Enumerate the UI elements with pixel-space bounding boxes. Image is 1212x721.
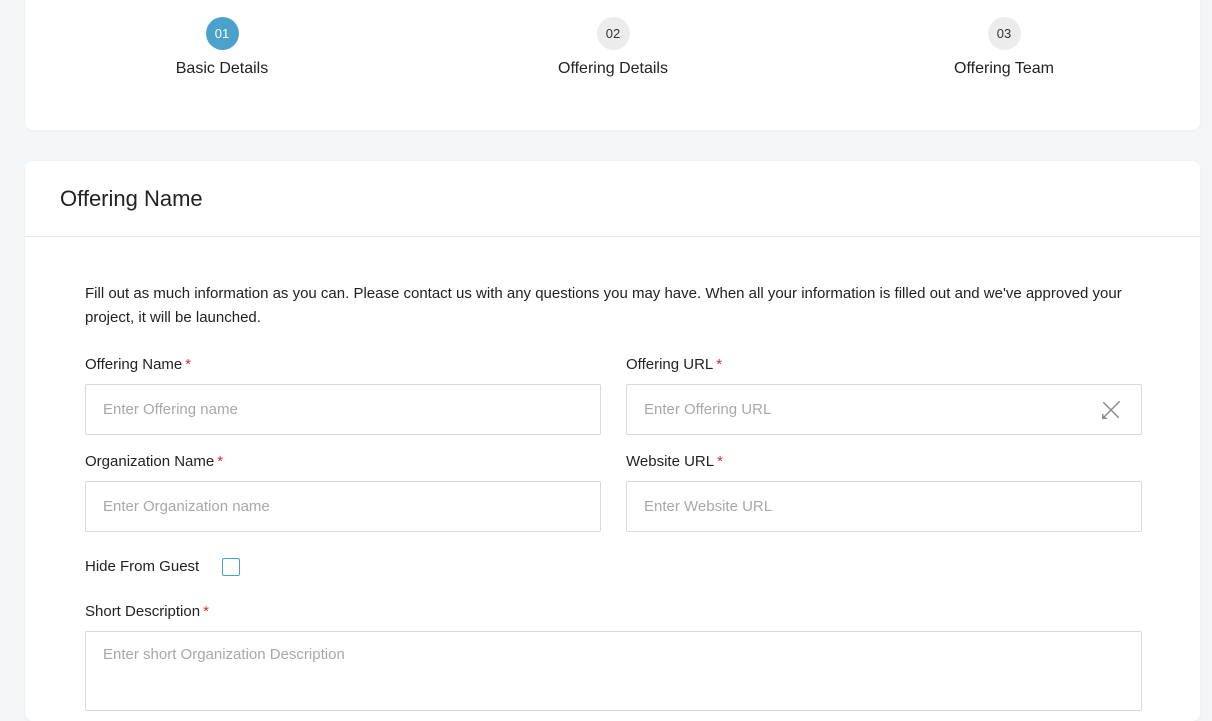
- required-marker: *: [217, 453, 224, 470]
- stepper-card: 01 Basic Details 02 Offering Details 03 …: [25, 0, 1200, 130]
- link-off-icon[interactable]: [1100, 399, 1122, 421]
- offering-name-input[interactable]: [85, 384, 601, 435]
- step-basic-details[interactable]: 01 Basic Details: [102, 17, 342, 78]
- short-description-label-text: Short Description: [85, 603, 201, 620]
- step-number-badge: 03: [987, 17, 1021, 50]
- short-description-textarea[interactable]: [85, 631, 1142, 711]
- required-marker: *: [717, 453, 723, 470]
- organization-name-label: Organization Name *: [85, 453, 223, 470]
- form-header: Offering Name: [25, 161, 1200, 237]
- website-url-label: Website URL *: [626, 453, 723, 470]
- hide-from-guest-label: Hide From Guest: [85, 558, 200, 575]
- short-description-label: Short Description *: [85, 603, 209, 620]
- required-marker: *: [185, 356, 192, 373]
- form-intro-text: Fill out as much information as you can.…: [85, 285, 1122, 326]
- required-marker: *: [203, 603, 209, 620]
- offering-url-input[interactable]: [626, 384, 1142, 435]
- offering-form-card: Offering Name Fill out as much informati…: [25, 161, 1200, 721]
- step-number-badge: 01: [205, 17, 239, 50]
- offering-name-label-text: Offering Name: [85, 356, 183, 373]
- step-label: Offering Details: [558, 60, 668, 77]
- step-offering-team[interactable]: 03 Offering Team: [884, 17, 1124, 78]
- hide-from-guest-checkbox[interactable]: [222, 558, 240, 576]
- website-url-input[interactable]: [626, 481, 1142, 532]
- required-marker: *: [716, 356, 723, 373]
- organization-name-input[interactable]: [85, 481, 601, 532]
- offering-url-label: Offering URL *: [626, 356, 722, 373]
- step-label: Basic Details: [175, 60, 269, 77]
- website-url-label-text: Website URL: [626, 453, 715, 470]
- form-title: Offering Name: [60, 185, 203, 211]
- step-offering-details[interactable]: 02 Offering Details: [493, 17, 733, 78]
- step-number-badge: 02: [596, 17, 630, 50]
- organization-name-label-text: Organization Name: [85, 453, 215, 470]
- offering-name-label: Offering Name *: [85, 356, 191, 373]
- offering-url-label-text: Offering URL: [626, 356, 714, 373]
- step-label: Offering Team: [954, 60, 1054, 77]
